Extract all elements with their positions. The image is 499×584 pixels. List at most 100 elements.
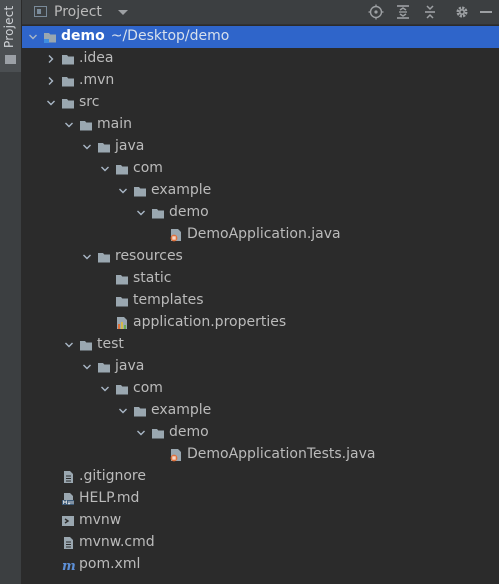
tree-item-label: .gitignore xyxy=(79,468,146,484)
tree-item-label: .idea xyxy=(79,50,114,66)
expand-all-icon[interactable] xyxy=(395,4,411,20)
svg-text:m: m xyxy=(62,559,75,572)
tree-item-label: main xyxy=(97,116,132,132)
folder-icon xyxy=(61,96,75,110)
chevron-down-icon[interactable] xyxy=(118,406,128,416)
tree-item[interactable]: resources xyxy=(22,246,499,268)
tree-item-label: example xyxy=(151,402,212,418)
tree-item[interactable]: example xyxy=(22,180,499,202)
folder-icon xyxy=(97,140,111,154)
chevron-down-icon[interactable] xyxy=(64,120,74,130)
java-class-icon xyxy=(169,448,183,462)
tree-item[interactable]: java xyxy=(22,356,499,378)
tree-item-label: DemoApplication.java xyxy=(187,226,341,242)
tree-item-label: resources xyxy=(115,248,183,264)
folder-icon xyxy=(133,184,147,198)
tree-item[interactable]: mvnw xyxy=(22,510,499,532)
locate-icon[interactable] xyxy=(368,4,384,20)
tree-item[interactable]: .gitignore xyxy=(22,466,499,488)
folder-icon xyxy=(61,52,75,66)
tree-item[interactable]: mvnw.cmd xyxy=(22,532,499,554)
maven-icon: m xyxy=(61,558,75,572)
tree-item[interactable]: src xyxy=(22,92,499,114)
collapse-all-icon[interactable] xyxy=(422,4,438,20)
chevron-down-icon[interactable] xyxy=(82,252,92,262)
tree-item[interactable]: m pom.xml xyxy=(22,554,499,576)
hide-icon[interactable] xyxy=(478,10,494,14)
tree-item-label: application.properties xyxy=(133,314,287,330)
chevron-down-icon[interactable] xyxy=(136,208,146,218)
chevron-down-icon[interactable] xyxy=(82,142,92,152)
chevron-down-icon[interactable] xyxy=(118,186,128,196)
folder-icon xyxy=(151,426,165,440)
chevron-right-icon[interactable] xyxy=(46,76,56,86)
folder-icon xyxy=(115,162,129,176)
tree-item[interactable]: demo xyxy=(22,422,499,444)
java-class-icon xyxy=(169,228,183,242)
folder-icon xyxy=(151,206,165,220)
chevron-down-icon[interactable] xyxy=(64,340,74,350)
chevron-down-icon[interactable] xyxy=(136,428,146,438)
markdown-file-icon xyxy=(61,492,75,506)
tree-item[interactable]: DemoApplicationTests.java xyxy=(22,444,499,466)
folder-icon xyxy=(115,272,129,286)
tree-item-label: src xyxy=(79,94,100,110)
folder-icon xyxy=(61,74,75,88)
tree-item-label: .mvn xyxy=(79,72,115,88)
tree-item[interactable]: demo xyxy=(22,202,499,224)
chevron-down-icon[interactable] xyxy=(100,164,110,174)
tree-item-label: java xyxy=(115,138,145,154)
folder-icon xyxy=(133,404,147,418)
module-name: demo xyxy=(61,28,105,44)
module-folder-icon xyxy=(43,30,57,44)
folder-icon xyxy=(97,360,111,374)
tree-item-label: HELP.md xyxy=(79,490,140,506)
chevron-down-icon[interactable] xyxy=(82,362,92,372)
folder-icon xyxy=(79,338,93,352)
tree-item[interactable]: test xyxy=(22,334,499,356)
chevron-down-icon[interactable] xyxy=(46,98,56,108)
project-tool-tab-label: Project xyxy=(2,5,16,48)
tree-item[interactable]: com xyxy=(22,158,499,180)
tree-item-label: test xyxy=(97,336,124,352)
tree-item-label: static xyxy=(133,270,172,286)
tree-item[interactable]: DemoApplication.java xyxy=(22,224,499,246)
tree-item[interactable]: demo ~/Desktop/demo xyxy=(22,26,499,48)
tree-item[interactable]: java xyxy=(22,136,499,158)
tree-item-label: demo xyxy=(169,204,209,220)
tool-window-strip: Project xyxy=(0,0,22,584)
tree-item[interactable]: .idea xyxy=(22,48,499,70)
tree-item[interactable]: example xyxy=(22,400,499,422)
tree-item[interactable]: main xyxy=(22,114,499,136)
chevron-right-icon[interactable] xyxy=(46,54,56,64)
tree-item[interactable]: .mvn xyxy=(22,70,499,92)
project-panel-header: Project xyxy=(22,0,499,25)
project-view-icon xyxy=(34,6,47,17)
tree-item-label: mvnw.cmd xyxy=(79,534,155,550)
tree-item-label: mvnw xyxy=(79,512,122,528)
chevron-down-icon[interactable] xyxy=(100,384,110,394)
tree-item-label: demo xyxy=(169,424,209,440)
project-view-title[interactable]: Project xyxy=(54,4,102,20)
tree-item-label: example xyxy=(151,182,212,198)
gear-icon[interactable] xyxy=(454,4,470,20)
text-file-icon xyxy=(61,470,75,484)
tree-item[interactable]: application.properties xyxy=(22,312,499,334)
tree-item-label: templates xyxy=(133,292,204,308)
tree-item-label: pom.xml xyxy=(79,556,141,572)
tree-item[interactable]: templates xyxy=(22,290,499,312)
folder-icon xyxy=(5,55,16,64)
chevron-down-icon[interactable] xyxy=(28,32,38,42)
tree-item[interactable]: static xyxy=(22,268,499,290)
project-tool-tab[interactable]: Project xyxy=(0,0,21,72)
folder-icon xyxy=(115,294,129,308)
tree-item[interactable]: HELP.md xyxy=(22,488,499,510)
chevron-down-icon[interactable] xyxy=(118,10,128,15)
properties-file-icon xyxy=(115,316,129,330)
shell-script-icon xyxy=(61,514,75,528)
module-path: ~/Desktop/demo xyxy=(110,28,230,44)
tree-item[interactable]: com xyxy=(22,378,499,400)
tree-item-label: demo ~/Desktop/demo xyxy=(61,28,229,44)
tree-item-label: DemoApplicationTests.java xyxy=(187,446,376,462)
folder-icon xyxy=(79,118,93,132)
